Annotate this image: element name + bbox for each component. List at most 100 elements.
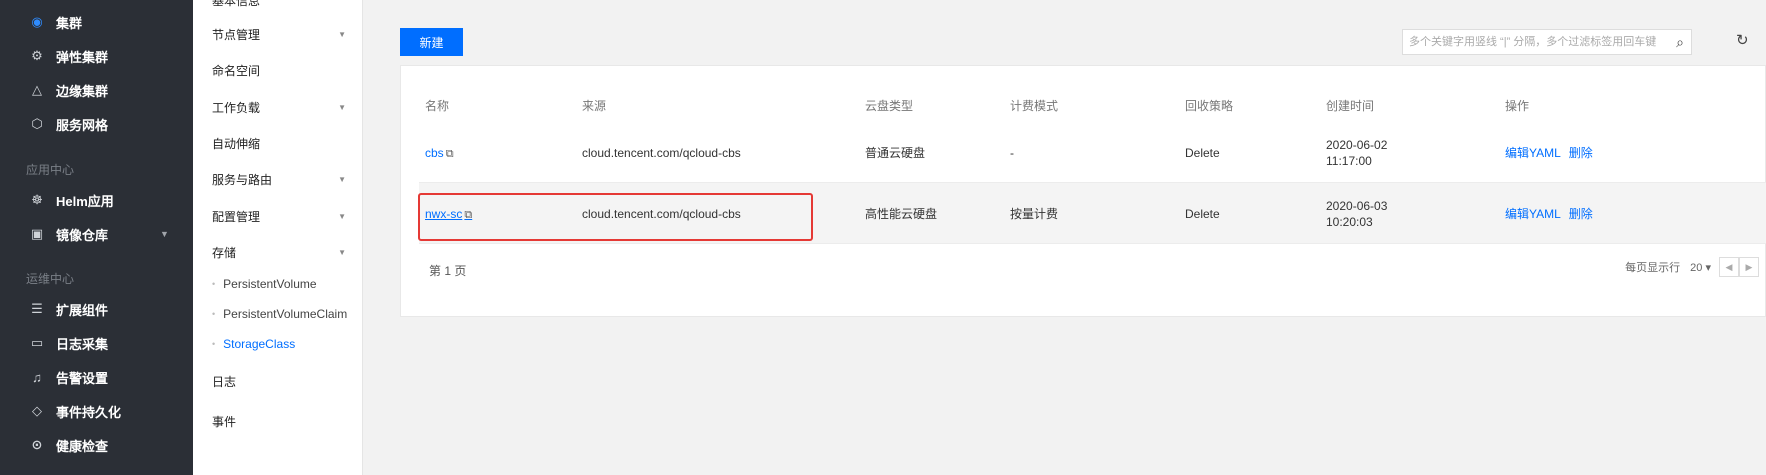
cluster-icon: ◉ bbox=[31, 14, 43, 29]
submenu-item-config[interactable]: 配置管理 ▼ bbox=[212, 205, 352, 227]
submenu-item-persistent-volume[interactable]: • PersistentVolume bbox=[212, 274, 317, 294]
addon-icon: ☰ bbox=[31, 301, 43, 316]
per-page-select[interactable]: 20 ▾ bbox=[1690, 261, 1711, 274]
edit-yaml-link[interactable]: 编辑YAML bbox=[1505, 207, 1561, 221]
submenu-item-events[interactable]: 事件 bbox=[212, 410, 352, 432]
main-sidebar: ◉ 集群 ⚙ 弹性集群 △ 边缘集群 ⬡ 服务网格 应用中心 ☸ Helm应用 … bbox=[0, 0, 193, 475]
chevron-down-icon: ▼ bbox=[338, 174, 346, 184]
search-icon[interactable]: ⌕ bbox=[1669, 34, 1691, 51]
submenu-item-label: 节点管理 bbox=[212, 27, 261, 42]
nav-item-health[interactable]: ⊙ 健康检查 bbox=[0, 432, 193, 458]
billing-cell: - bbox=[1010, 146, 1014, 160]
submenu-child-label: PersistentVolume bbox=[223, 277, 317, 291]
column-header-name: 名称 bbox=[425, 99, 450, 113]
nav-item-edge-cluster[interactable]: △ 边缘集群 bbox=[0, 77, 193, 103]
nav-item-event[interactable]: ◇ 事件持久化 bbox=[0, 398, 193, 424]
submenu-item-label: 事件 bbox=[212, 414, 237, 429]
disk-type-cell: 高性能云硬盘 bbox=[865, 207, 938, 221]
edge-cluster-icon: △ bbox=[32, 82, 42, 97]
submenu-item-namespaces[interactable]: 命名空间 bbox=[212, 59, 352, 81]
nav-group-ops-center: 运维中心 bbox=[26, 272, 75, 286]
bullet-icon: • bbox=[212, 339, 216, 349]
bullet-icon: • bbox=[212, 309, 216, 319]
name-text: cbs bbox=[425, 146, 444, 160]
source-cell: cloud.tencent.com/qcloud-cbs bbox=[582, 146, 741, 160]
submenu-item-label: 配置管理 bbox=[212, 209, 261, 224]
submenu-item-storage[interactable]: 存储 ▼ bbox=[212, 241, 352, 263]
nav-item-label: 边缘集群 bbox=[56, 83, 109, 99]
submenu-item-label: 自动伸缩 bbox=[212, 136, 261, 151]
created-date-cell: 2020-06-03 bbox=[1326, 199, 1388, 213]
nav-item-label: 服务网格 bbox=[56, 117, 109, 133]
storageclass-table: 名称 来源 云盘类型 计费模式 回收策略 创建时间 操作 cbs ⧉ cloud.… bbox=[400, 65, 1766, 317]
submenu-item-workloads[interactable]: 工作负载 ▼ bbox=[212, 96, 352, 118]
nav-item-helm[interactable]: ☸ Helm应用 bbox=[0, 187, 193, 213]
nav-item-label: 告警设置 bbox=[56, 370, 109, 386]
submenu-item-nodes[interactable]: 节点管理 ▼ bbox=[212, 23, 352, 45]
elastic-cluster-icon: ⚙ bbox=[31, 48, 43, 63]
delete-link[interactable]: 删除 bbox=[1569, 146, 1593, 160]
submenu-item-storage-class[interactable]: • StorageClass bbox=[212, 334, 295, 354]
delete-link[interactable]: 删除 bbox=[1569, 207, 1593, 221]
submenu-item-persistent-volume-claim[interactable]: • PersistentVolumeClaim bbox=[212, 304, 347, 324]
cluster-submenu: 基本信息 节点管理 ▼ 命名空间 工作负载 ▼ 自动伸缩 服务与路由 ▼ 配置管… bbox=[193, 0, 363, 475]
storageclass-name-link[interactable]: cbs ⧉ bbox=[425, 145, 454, 162]
search-input[interactable] bbox=[1403, 30, 1669, 54]
chevron-down-icon: ▼ bbox=[338, 102, 346, 112]
page-indicator: 第 1 页 bbox=[429, 264, 467, 278]
nav-item-label: 集群 bbox=[56, 15, 83, 31]
nav-item-label: 健康检查 bbox=[56, 438, 109, 454]
column-header-actions: 操作 bbox=[1505, 99, 1530, 113]
nav-item-label: 日志采集 bbox=[56, 336, 109, 352]
helm-icon: ☸ bbox=[31, 192, 43, 207]
nav-item-cluster[interactable]: ◉ 集群 bbox=[0, 9, 193, 35]
submenu-item-basic-info[interactable]: 基本信息 bbox=[212, 0, 260, 9]
nav-item-log[interactable]: ▭ 日志采集 bbox=[0, 330, 193, 356]
pagination: 每页显示行 20 ▾ ◀ ▶ bbox=[1625, 257, 1765, 277]
nav-group-app-center: 应用中心 bbox=[26, 163, 75, 177]
submenu-item-logs[interactable]: 日志 bbox=[212, 370, 352, 392]
submenu-item-autoscaling[interactable]: 自动伸缩 bbox=[212, 132, 352, 154]
nav-item-label: 事件持久化 bbox=[56, 404, 122, 420]
registry-icon: ▣ bbox=[30, 226, 44, 241]
submenu-child-label: PersistentVolumeClaim bbox=[223, 307, 348, 321]
prev-page-icon[interactable]: ◀ bbox=[1719, 257, 1739, 277]
new-button[interactable]: 新建 bbox=[400, 28, 463, 56]
next-page-icon[interactable]: ▶ bbox=[1739, 257, 1759, 277]
nav-item-label: 扩展组件 bbox=[56, 302, 109, 318]
submenu-item-label: 日志 bbox=[212, 374, 237, 389]
nav-item-label: Helm应用 bbox=[56, 193, 114, 209]
nav-item-service-mesh[interactable]: ⬡ 服务网格 bbox=[0, 111, 193, 137]
created-time-cell: 10:20:03 bbox=[1326, 215, 1373, 229]
reclaim-cell: Delete bbox=[1185, 146, 1220, 160]
submenu-item-service-routing[interactable]: 服务与路由 ▼ bbox=[212, 168, 352, 190]
reclaim-cell: Delete bbox=[1185, 207, 1220, 221]
chevron-down-icon: ▼ bbox=[338, 211, 346, 221]
event-icon: ◇ bbox=[32, 403, 42, 418]
column-header-disk-type: 云盘类型 bbox=[865, 99, 914, 113]
submenu-item-label: 服务与路由 bbox=[212, 172, 273, 187]
billing-cell: 按量计费 bbox=[1010, 207, 1059, 221]
column-header-billing: 计费模式 bbox=[1010, 99, 1059, 113]
nav-item-addon[interactable]: ☰ 扩展组件 bbox=[0, 296, 193, 322]
log-icon: ▭ bbox=[30, 335, 44, 350]
nav-item-registry[interactable]: ▣ 镜像仓库 ▼ bbox=[0, 221, 193, 247]
created-date-cell: 2020-06-02 bbox=[1326, 138, 1388, 152]
copy-icon[interactable]: ⧉ bbox=[446, 148, 454, 160]
disk-type-cell: 普通云硬盘 bbox=[865, 146, 926, 160]
table-row: cbs ⧉ cloud.tencent.com/qcloud-cbs 普通云硬盘 … bbox=[419, 122, 1766, 183]
nav-item-elastic-cluster[interactable]: ⚙ 弹性集群 bbox=[0, 43, 193, 69]
created-time-cell: 11:17:00 bbox=[1326, 154, 1372, 168]
chevron-down-icon: ▼ bbox=[338, 247, 346, 257]
chevron-down-icon: ▼ bbox=[160, 229, 169, 239]
submenu-item-label: 工作负载 bbox=[212, 100, 261, 115]
chevron-down-icon: ▼ bbox=[338, 29, 346, 39]
edit-yaml-link[interactable]: 编辑YAML bbox=[1505, 146, 1561, 160]
nav-item-alarm[interactable]: ♫ 告警设置 bbox=[0, 364, 193, 390]
bullet-icon: • bbox=[212, 279, 216, 289]
nav-item-label: 镜像仓库 bbox=[56, 227, 109, 243]
per-page-label: 每页显示行 bbox=[1625, 262, 1681, 274]
highlight-box bbox=[418, 193, 813, 241]
actions-cell: 编辑YAML 删除 bbox=[1505, 145, 1601, 161]
refresh-icon[interactable]: ↻ bbox=[1736, 31, 1749, 49]
